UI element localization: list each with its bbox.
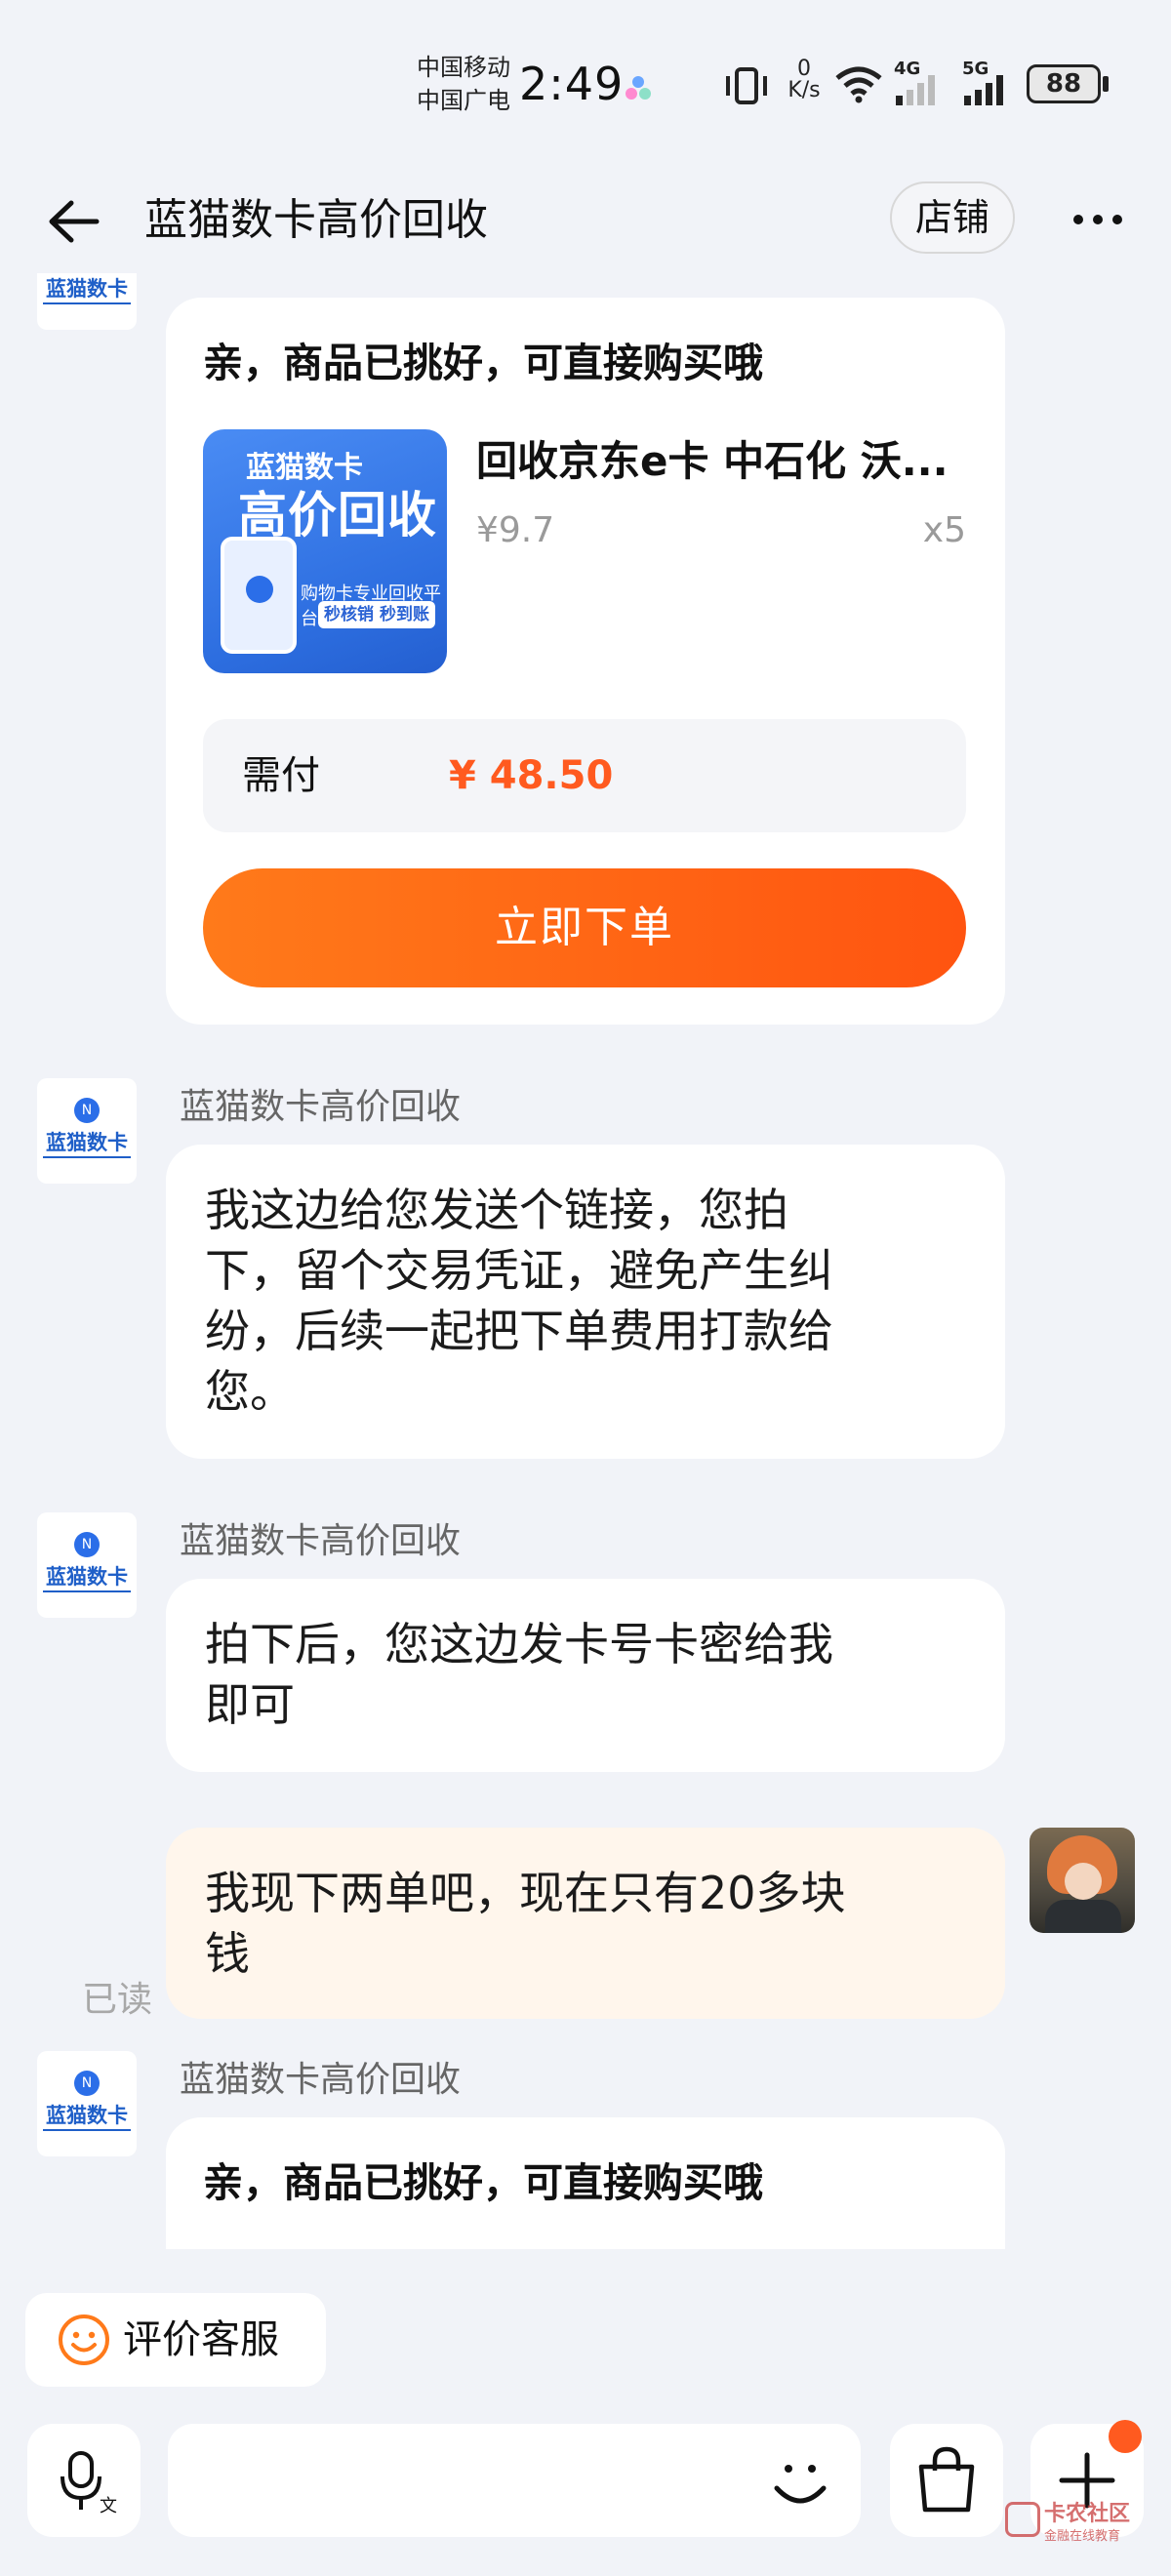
status-bar: 中国移动 中国广电 2:49 0 K/s 4G 5G 88 bbox=[0, 0, 1171, 166]
message-line: 您。 bbox=[205, 1365, 295, 1418]
watermark-logo-icon bbox=[1005, 2502, 1040, 2537]
product-card-heading: 亲，商品已挑好，可直接购买哦 bbox=[203, 340, 763, 386]
shop-avatar-text: 蓝猫数卡 bbox=[46, 1565, 128, 1589]
battery-tip bbox=[1103, 76, 1109, 92]
pay-amount: ¥ 48.50 bbox=[449, 753, 614, 798]
battery-level: 88 bbox=[1045, 69, 1082, 99]
shop-avatar[interactable]: N 蓝猫数卡 bbox=[37, 1512, 137, 1618]
place-order-button[interactable]: 立即下单 bbox=[203, 868, 966, 987]
back-button[interactable] bbox=[39, 187, 107, 256]
net-speed-unit: K/s bbox=[787, 78, 821, 102]
shop-avatar[interactable]: N 蓝猫数卡 bbox=[37, 273, 137, 330]
carrier-1: 中国移动 bbox=[417, 54, 510, 81]
shop-avatar-underline bbox=[43, 302, 131, 310]
page-title: 蓝猫数卡高价回收 bbox=[144, 195, 488, 245]
shop-logo-icon: N bbox=[74, 1532, 100, 1557]
message-text: 我现下两单吧，现在只有20多块 钱 bbox=[205, 1863, 846, 1984]
emoji-button[interactable] bbox=[753, 2434, 847, 2527]
notification-dot bbox=[1109, 2420, 1142, 2453]
more-icon bbox=[1073, 215, 1122, 224]
sender-name: 蓝猫数卡高价回收 bbox=[180, 1521, 462, 1561]
product-card[interactable]: 亲，商品已挑好，可直接购买哦 蓝猫数卡 高价回收 购物卡专业回收平台 秒核销 秒… bbox=[166, 298, 1005, 1025]
shop-avatar-text: 蓝猫数卡 bbox=[46, 277, 128, 301]
message-list[interactable]: N 蓝猫数卡 亲，商品已挑好，可直接购买哦 蓝猫数卡 高价回收 购物卡专业回收平… bbox=[0, 273, 1171, 2249]
status-icons: 0 K/s 4G 5G 88 bbox=[625, 59, 1132, 109]
svg-text:文: 文 bbox=[100, 2496, 117, 2516]
sender-name: 蓝猫数卡高价回收 bbox=[180, 2060, 462, 2100]
message-line: 纷，后续一起把下单费用打款给 bbox=[205, 1305, 833, 1357]
shop-avatar-underline bbox=[43, 2129, 131, 2137]
pay-label: 需付 bbox=[242, 753, 320, 798]
watermark: 卡农社区 金融在线教育 bbox=[999, 2494, 1165, 2553]
user-avatar[interactable] bbox=[1030, 1828, 1135, 1933]
shop-avatar-underline bbox=[43, 1156, 131, 1164]
signal-icon bbox=[896, 75, 935, 105]
product-card[interactable]: 亲，商品已挑好，可直接购买哦 bbox=[166, 2117, 1005, 2249]
status-time: 2:49 bbox=[519, 58, 625, 110]
shop-button[interactable]: 店铺 bbox=[890, 181, 1015, 254]
sender-name: 蓝猫数卡高价回收 bbox=[180, 1087, 462, 1127]
products-button[interactable] bbox=[890, 2424, 1003, 2537]
shop-avatar-underline bbox=[43, 1590, 131, 1598]
message-text: 拍下后，您这边发卡号卡密给我 即可 bbox=[205, 1614, 833, 1735]
message-bubble[interactable]: 拍下后，您这边发卡号卡密给我 即可 bbox=[166, 1579, 1005, 1772]
message-text: 我这边给您发送个链接，您拍 下，留个交易凭证，避免产生纠 纷，后续一起把下单费用… bbox=[205, 1180, 833, 1422]
net-speed: 0 K/s bbox=[785, 59, 824, 101]
my-message-bubble[interactable]: 我现下两单吧，现在只有20多块 钱 bbox=[166, 1828, 1005, 2019]
message-line: 即可 bbox=[205, 1678, 295, 1731]
rate-service-button[interactable]: 评价客服 bbox=[25, 2293, 326, 2387]
message-bubble[interactable]: 我这边给您发送个链接，您拍 下，留个交易凭证，避免产生纠 纷，后续一起把下单费用… bbox=[166, 1145, 1005, 1459]
more-button[interactable] bbox=[1064, 195, 1132, 244]
shop-logo-icon: N bbox=[74, 1098, 100, 1123]
carrier-labels: 中国移动 中国广电 bbox=[417, 51, 510, 117]
chat-header: 蓝猫数卡高价回收 店铺 bbox=[0, 176, 1171, 263]
shop-avatar-text: 蓝猫数卡 bbox=[46, 2104, 128, 2127]
bag-icon bbox=[918, 2446, 975, 2513]
voice-input-button[interactable]: 文 bbox=[27, 2424, 141, 2537]
shop-avatar[interactable]: N 蓝猫数卡 bbox=[37, 1078, 137, 1184]
smile-icon bbox=[59, 2314, 109, 2365]
payment-row: 需付 ¥ 48.50 bbox=[203, 719, 966, 832]
carrier-2: 中国广电 bbox=[417, 87, 510, 114]
message-line: 钱 bbox=[205, 1927, 250, 1980]
shop-avatar[interactable]: N 蓝猫数卡 bbox=[37, 2051, 137, 2156]
emoji-icon bbox=[774, 2465, 827, 2504]
wifi-icon bbox=[835, 66, 882, 103]
avatar-body bbox=[1045, 1900, 1121, 1933]
net-speed-value: 0 bbox=[797, 57, 811, 81]
battery-icon: 88 bbox=[1027, 64, 1101, 103]
product-unit-price: ¥9.7 bbox=[476, 510, 555, 550]
shop-logo-icon: N bbox=[74, 2071, 100, 2096]
product-thumbnail[interactable]: 蓝猫数卡 高价回收 购物卡专业回收平台 秒核销 秒到账 bbox=[203, 429, 447, 673]
vibrate-icon bbox=[726, 67, 767, 104]
phone-logo-icon bbox=[246, 576, 273, 603]
chat-screen: 中国移动 中国广电 2:49 0 K/s 4G 5G 88 蓝猫数卡高价回收 店… bbox=[0, 0, 1171, 2576]
mic-icon: 文 bbox=[61, 2451, 117, 2516]
product-card-heading: 亲，商品已挑好，可直接购买哦 bbox=[203, 2159, 763, 2206]
input-bar: 文 bbox=[0, 2410, 1171, 2576]
phone-illustration bbox=[221, 537, 297, 654]
message-line: 我这边给您发送个链接，您拍 bbox=[205, 1184, 788, 1236]
shop-avatar-text: 蓝猫数卡 bbox=[46, 1131, 128, 1154]
back-arrow-icon bbox=[49, 200, 100, 243]
avatar-face bbox=[1065, 1863, 1102, 1900]
product-title[interactable]: 回收京东e卡 中石化 沃... bbox=[476, 434, 964, 489]
watermark-text: 卡农社区 bbox=[1044, 2502, 1131, 2526]
message-line: 下，留个交易凭证，避免产生纠 bbox=[205, 1244, 833, 1297]
message-line: 拍下后，您这边发卡号卡密给我 bbox=[205, 1618, 833, 1670]
signal-icon bbox=[964, 75, 1003, 105]
watermark-subtext: 金融在线教育 bbox=[1044, 2529, 1121, 2544]
rate-service-label: 评价客服 bbox=[123, 2317, 279, 2362]
product-quantity: x5 bbox=[922, 510, 966, 550]
message-line: 我现下两单吧，现在只有20多块 bbox=[205, 1867, 846, 1919]
thumb-tagline: 秒核销 秒到账 bbox=[318, 601, 435, 628]
read-status: 已读 bbox=[82, 1980, 153, 2020]
